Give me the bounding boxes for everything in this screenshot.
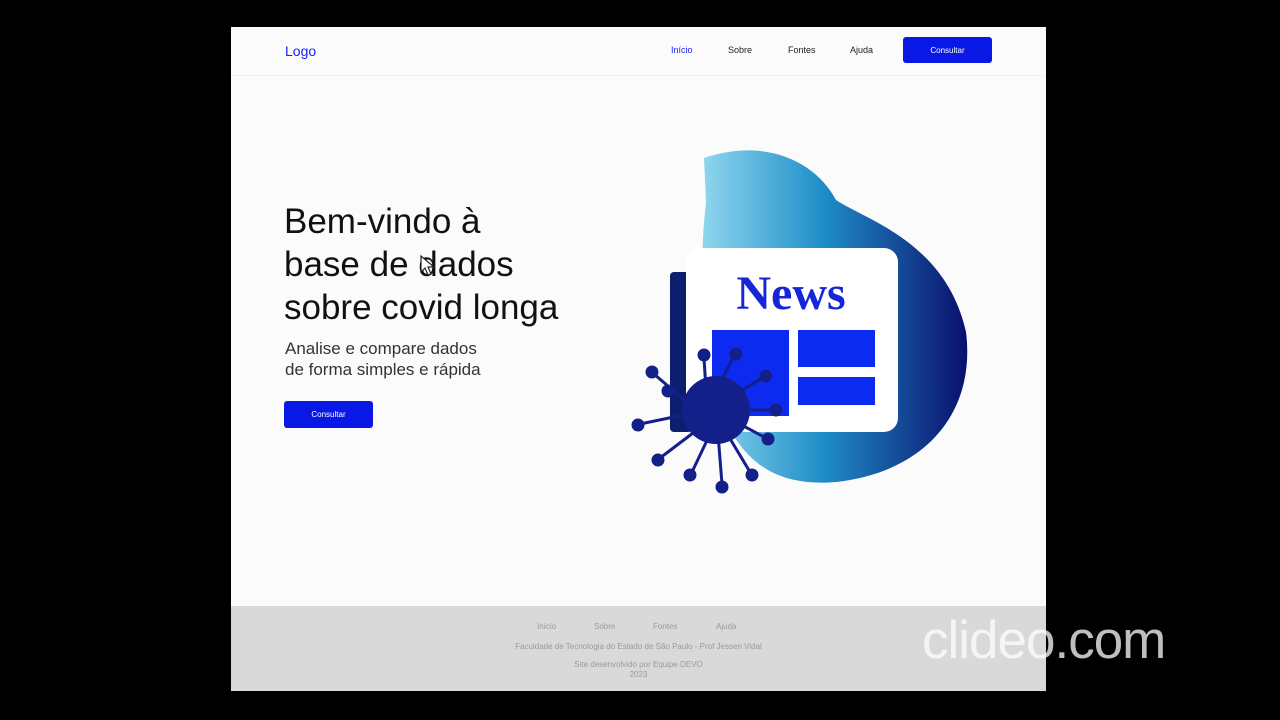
hero-title-line: sobre covid longa [284,288,559,327]
footer-link-ajuda[interactable]: Ajuda [716,622,736,631]
nav-link-fontes[interactable]: Fontes [788,45,816,55]
header-divider [231,75,1046,76]
footer-link-inicio[interactable]: Início [537,622,556,631]
mouse-cursor-icon [420,255,436,276]
page: Logo Início Sobre Fontes Ajuda Consultar… [231,27,1046,691]
hero-title: Bem-vindo à base de dados sobre covid lo… [284,200,604,329]
nav-link-sobre[interactable]: Sobre [728,45,752,55]
header-consultar-button[interactable]: Consultar [903,37,992,63]
logo[interactable]: Logo [285,43,316,59]
news-covid-illustration: News [631,150,968,494]
nav-link-inicio[interactable]: Início [671,45,693,55]
newspaper-column-top [798,330,875,367]
hero-consultar-button[interactable]: Consultar [284,401,373,428]
footer-link-fontes[interactable]: Fontes [653,622,677,631]
clideo-watermark: clideo.com [922,611,1166,670]
hero-subtitle-line: de forma simples e rápida [285,360,481,379]
newspaper-headline: News [736,267,845,320]
footer-link-sobre[interactable]: Sobre [594,622,615,631]
hero-subtitle-line: Analise e compare dados [285,339,477,358]
hero-subtitle: Analise e compare dados de forma simples… [285,338,565,380]
hero-title-line: base de dados [284,245,514,284]
footer-year: 2023 [629,670,648,679]
newspaper-column-bottom [798,377,875,405]
nav-link-ajuda[interactable]: Ajuda [850,45,873,55]
hero-title-line: Bem-vindo à [284,202,481,241]
